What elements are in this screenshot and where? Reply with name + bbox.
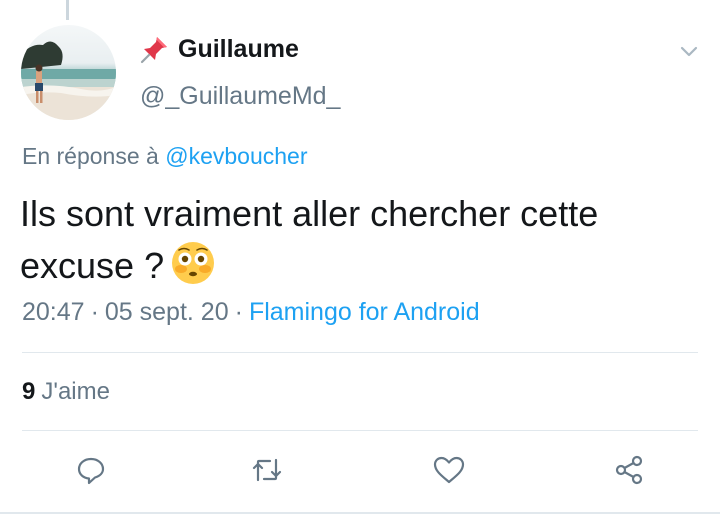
share-icon — [615, 455, 643, 485]
tweet-time: 20:47 — [22, 298, 85, 326]
reply-icon — [77, 457, 105, 485]
client-link[interactable]: Flamingo for Android — [249, 298, 480, 326]
tweet-date: 05 sept. 20 — [104, 298, 229, 326]
avatar[interactable] — [21, 25, 116, 120]
likes-count: 9 — [22, 378, 36, 405]
meta-separator: · — [234, 298, 243, 326]
reply-mention-link[interactable]: @kevboucher — [165, 143, 307, 169]
bottom-divider — [0, 512, 720, 514]
flushed-face-icon — [172, 242, 215, 284]
action-bar — [0, 450, 720, 494]
likes-label: J'aime — [41, 378, 110, 405]
reply-context: En réponse à @kevboucher — [22, 143, 307, 170]
share-button[interactable] — [609, 450, 649, 490]
avatar-beach-image — [21, 41, 116, 120]
like-button[interactable] — [429, 450, 469, 490]
tweet-text: Ils sont vraiment aller chercher cette e… — [20, 193, 599, 286]
author-display-name: Guillaume — [178, 34, 299, 63]
retweet-button[interactable] — [247, 450, 287, 490]
author-name-row[interactable]: Guillaume — [140, 34, 299, 64]
tweet-body: Ils sont vraiment aller chercher cette e… — [20, 188, 700, 292]
likes-summary[interactable]: 9 J'aime — [22, 378, 110, 406]
pushpin-icon — [140, 37, 167, 64]
divider — [22, 352, 698, 353]
like-icon — [433, 456, 465, 484]
thread-connector-line — [66, 0, 69, 20]
divider — [22, 430, 698, 431]
retweet-icon — [252, 458, 282, 482]
author-handle[interactable]: @_GuillaumeMd_ — [140, 82, 340, 111]
reply-prefix: En réponse à — [22, 143, 159, 169]
meta-separator: · — [90, 298, 99, 326]
reply-button[interactable] — [71, 450, 111, 490]
tweet-meta: 20:47 · 05 sept. 20 · Flamingo for Android — [22, 298, 480, 327]
chevron-down-icon[interactable] — [678, 40, 700, 62]
